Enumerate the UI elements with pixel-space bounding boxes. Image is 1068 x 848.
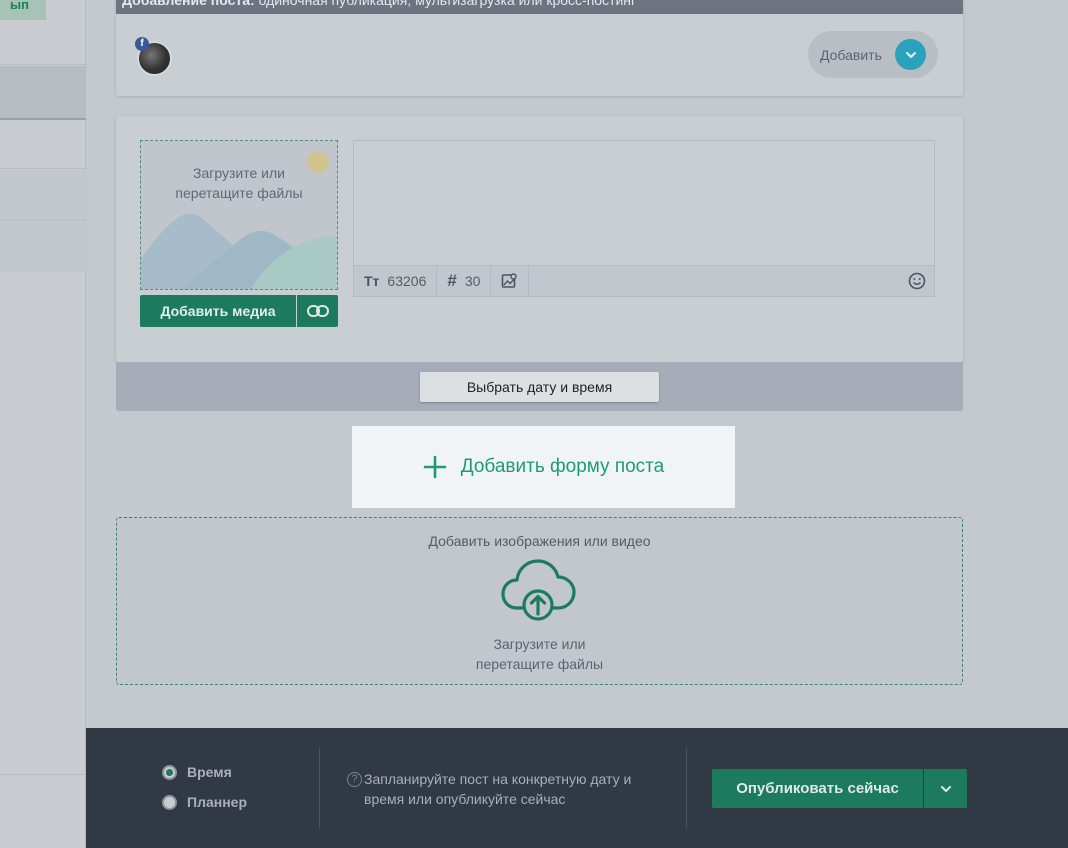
add-post-form-label: Добавить форму поста (460, 456, 665, 477)
sidebar-divider (0, 64, 86, 65)
pick-datetime-button[interactable]: Выбрать дату и время (420, 372, 659, 402)
sidebar-divider (0, 220, 86, 221)
hashtag-count: 30 (464, 273, 481, 289)
media-upload-zone[interactable]: Загрузите или перетащите файлы (140, 140, 338, 290)
plus-icon (423, 455, 447, 479)
sidebar-item[interactable] (0, 170, 86, 220)
link-button[interactable] (297, 295, 338, 327)
post-header-title: Добавление поста: (122, 0, 255, 8)
cloud-upload-icon (501, 559, 576, 621)
media-upload-text: Загрузите или перетащите файлы (141, 163, 337, 203)
drop-zone-text: Загрузите или перетащите файлы (117, 634, 962, 674)
sidebar: ып (0, 0, 86, 848)
schedule-hint: Запланируйте пост на конкретную дату и в… (364, 771, 632, 807)
drop-zone-title: Добавить изображения или видео (428, 533, 651, 549)
publish-now-button[interactable]: Опубликовать сейчас (712, 769, 923, 808)
footer-divider (319, 748, 320, 828)
radio-planner-label: Планнер (187, 794, 247, 810)
add-account-button[interactable]: Добавить (808, 31, 938, 78)
radio-time[interactable]: Время (162, 764, 232, 780)
add-media-button[interactable]: Добавить медиа (140, 295, 296, 327)
publish-options-button[interactable] (924, 769, 967, 808)
text-size-icon: Tт (364, 273, 380, 289)
sidebar-divider (0, 168, 86, 169)
add-account-label: Добавить (820, 46, 882, 63)
char-count: 63206 (387, 273, 427, 289)
add-post-form-button[interactable]: Добавить форму поста (352, 426, 735, 508)
media-upload-line2: перетащите файлы (175, 185, 303, 201)
post-header: Добавление поста: одиночная публикация, … (116, 0, 963, 14)
radio-time-indicator[interactable] (162, 764, 177, 780)
sidebar-badge[interactable]: ып (0, 0, 46, 20)
radio-time-label: Время (187, 764, 232, 780)
drop-zone-line1: Загрузите или (493, 636, 586, 652)
radio-planner-indicator[interactable] (162, 794, 177, 810)
publish-footer: Время Планнер ? Запланируйте пост на кон… (86, 728, 1068, 848)
radio-planner[interactable]: Планнер (162, 794, 247, 810)
mountains-icon (141, 213, 337, 289)
help-icon[interactable]: ? (347, 772, 362, 787)
char-counter[interactable]: Tт 63206 (354, 266, 438, 296)
hashtag-icon: # (447, 271, 457, 290)
post-form-card: Загрузите или перетащите файлы Добавить … (116, 116, 963, 362)
sidebar-item-active[interactable] (0, 66, 86, 120)
footer-divider (686, 748, 687, 828)
post-text-input[interactable] (353, 140, 935, 266)
account-card: Добавление поста: одиночная публикация, … (116, 0, 963, 96)
image-text-button[interactable] (491, 266, 530, 296)
schedule-bar: Выбрать дату и время (116, 362, 963, 411)
sidebar-item[interactable] (0, 222, 86, 272)
post-header-subtitle: одиночная публикация, мультизагрузка или… (254, 0, 637, 8)
chevron-down-icon[interactable] (895, 39, 926, 70)
hashtag-counter[interactable]: # 30 (437, 266, 492, 296)
link-icon (306, 305, 329, 317)
drop-zone-line2: перетащите файлы (475, 656, 604, 672)
image-edit-icon (502, 273, 518, 288)
facebook-icon: f (135, 37, 149, 51)
media-drop-zone[interactable]: Добавить изображения или видео Загрузите… (116, 517, 963, 685)
chevron-down-icon (940, 785, 951, 792)
editor-toolbar: Tт 63206 # 30 (353, 265, 935, 297)
main-content: Добавление поста: одиночная публикация, … (86, 0, 1068, 728)
sidebar-divider (0, 774, 86, 775)
emoji-icon[interactable] (908, 272, 926, 290)
sun-icon (307, 151, 329, 173)
